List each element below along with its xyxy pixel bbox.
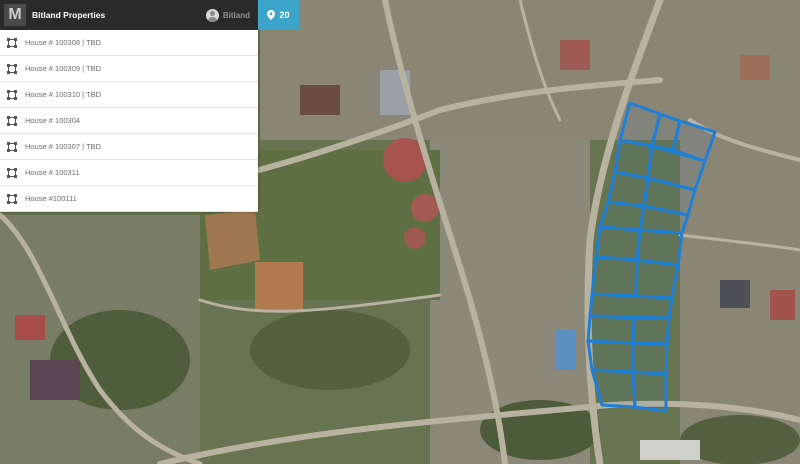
- parcel-count: 20: [279, 10, 290, 20]
- parcel-list-item[interactable]: House #100111: [0, 186, 258, 212]
- map-pin-icon: [267, 10, 276, 20]
- parcel-label: House # 100308 | TBD: [25, 38, 102, 47]
- parcel-list-item[interactable]: House # 100309 | TBD: [0, 56, 258, 82]
- user-avatar-icon: [205, 8, 219, 22]
- parcel-list: House # 100308 | TBD House # 100309 | TB…: [0, 30, 258, 212]
- parcel-label: House # 100304: [25, 116, 81, 125]
- user-menu[interactable]: Bitland: [205, 8, 250, 22]
- polygon-icon: [7, 141, 17, 152]
- polygon-icon: [7, 37, 17, 48]
- polygon-icon: [7, 115, 17, 126]
- polygon-icon: [7, 167, 17, 178]
- parcel-label: House # 100309 | TBD: [25, 64, 102, 73]
- polygon-icon: [7, 193, 17, 204]
- parcel-count-button[interactable]: 20: [258, 0, 299, 30]
- polygon-icon: [7, 63, 17, 74]
- polygon-icon: [7, 89, 17, 100]
- parcel-label: House # 100310 | TBD: [25, 90, 102, 99]
- user-name: Bitland: [222, 10, 250, 20]
- parcel-label: House # 100311: [25, 168, 80, 177]
- parcel-label: House #100111: [25, 194, 77, 203]
- app-title: Bitland Properties: [32, 10, 106, 20]
- parcel-list-item[interactable]: House # 100304: [0, 108, 258, 134]
- app-header: M Bitland Properties Bitland: [0, 0, 258, 30]
- parcel-list-item[interactable]: House # 100311: [0, 160, 258, 186]
- parcel-list-item[interactable]: House # 100307 | TBD: [0, 134, 258, 160]
- parcel-label: House # 100307 | TBD: [25, 142, 102, 151]
- app-logo[interactable]: M: [4, 4, 26, 26]
- parcel-list-item[interactable]: House # 100308 | TBD: [0, 30, 258, 56]
- property-list-panel: M Bitland Properties Bitland House # 100…: [0, 0, 258, 212]
- parcel-list-item[interactable]: House # 100310 | TBD: [0, 82, 258, 108]
